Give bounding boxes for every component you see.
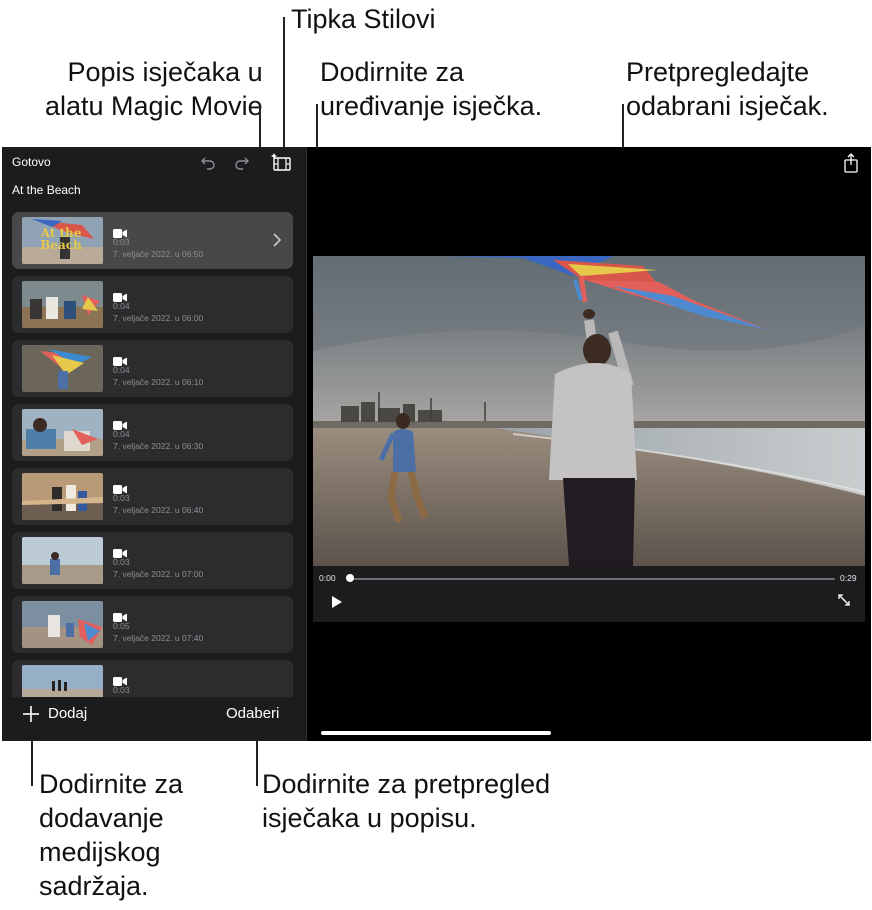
callout-preview-list: Dodirnite za pretpregled isječaka u popi… (262, 769, 551, 833)
done-button[interactable]: Gotovo (12, 155, 51, 169)
callout-edit-clip: Dodirnite za uređivanje isječka. (320, 57, 543, 121)
leader-styles (283, 17, 285, 152)
clip-row[interactable]: 0:04 7. veljače 2022. u 06:30 (12, 404, 293, 461)
clip-duration: 0:03 (113, 685, 130, 695)
player-controls: 0:00 0:29 (313, 566, 865, 622)
clip-thumbnail (22, 345, 103, 392)
clip-duration: 0:05 (113, 621, 130, 631)
clip-list[interactable]: At the Beach 0:03 7. veljače 2022. u 06:50… (12, 212, 295, 697)
clip-row[interactable]: At the Beach 0:03 7. veljače 2022. u 06:50 (12, 212, 293, 269)
project-title: At the Beach (12, 183, 81, 197)
clip-duration: 0:03 (113, 557, 130, 567)
scrubber-knob[interactable] (346, 574, 354, 582)
callout-add-media: Dodirnite za dodavanje medijskog sadržaj… (39, 769, 184, 901)
thumbnail-title: At the Beach (40, 226, 82, 252)
clip-thumbnail (22, 601, 103, 648)
clip-thumbnail (22, 409, 103, 456)
clip-date: 7. veljače 2022. u 07:00 (113, 569, 204, 579)
chevron-right-icon[interactable] (273, 233, 282, 252)
clip-sidebar: Gotovo At the Beach At the Beach 0:03 7. v… (2, 147, 307, 741)
callout-clip-list: Popis isječaka u alatu Magic Movie (45, 57, 263, 121)
home-indicator[interactable] (321, 731, 551, 735)
ipad-screen: Gotovo At the Beach At the Beach 0:03 7. v… (2, 147, 871, 741)
clip-thumbnail (22, 665, 103, 697)
clip-duration: 0:03 (113, 493, 130, 503)
plus-icon (22, 705, 40, 728)
clip-date: 7. veljače 2022. u 06:30 (113, 441, 204, 451)
clip-duration: 0:03 (113, 237, 130, 247)
sidebar-bottom-bar: Dodaj Odaberi (2, 697, 306, 741)
clip-date: 7. veljače 2022. u 07:40 (113, 633, 204, 643)
clip-duration: 0:04 (113, 429, 130, 439)
clip-date: 7. veljače 2022. u 06:00 (113, 313, 204, 323)
clip-thumbnail (22, 473, 103, 520)
clip-row[interactable]: 0:03 7. veljače 2022. u 06:40 (12, 468, 293, 525)
clip-row[interactable]: 0:04 7. veljače 2022. u 06:10 (12, 340, 293, 397)
total-time: 0:29 (840, 573, 857, 583)
clip-thumbnail: At the Beach (22, 217, 103, 264)
clip-row[interactable]: 0:04 7. veljače 2022. u 06:00 (12, 276, 293, 333)
styles-icon[interactable] (271, 152, 293, 172)
clip-date: 7. veljače 2022. u 06:10 (113, 377, 204, 387)
play-icon[interactable] (331, 595, 343, 613)
clip-thumbnail (22, 537, 103, 584)
clip-date: 7. veljače 2022. u 06:40 (113, 505, 204, 515)
add-button[interactable]: Dodaj (22, 702, 102, 732)
clip-duration: 0:04 (113, 365, 130, 375)
clip-thumbnail (22, 281, 103, 328)
clip-date: 7. veljače 2022. u 06:50 (113, 249, 204, 259)
callout-styles-button: Tipka Stilovi (291, 4, 436, 34)
callout-preview-clip: Pretpregledajte odabrani isječak. (626, 57, 829, 121)
current-time: 0:00 (319, 573, 336, 583)
expand-icon[interactable] (837, 593, 851, 612)
scrubber-track[interactable] (346, 578, 835, 580)
clip-row[interactable]: 0:03 7. veljače 2022. u 07:00 (12, 532, 293, 589)
clip-duration: 0:04 (113, 301, 130, 311)
redo-icon[interactable] (233, 155, 253, 171)
video-preview[interactable] (313, 256, 865, 566)
add-label: Dodaj (48, 705, 88, 722)
undo-icon[interactable] (197, 155, 217, 171)
clip-row[interactable]: 0:05 7. veljače 2022. u 07:40 (12, 596, 293, 653)
clip-row[interactable]: 0:037. veljače 2022. u 07:50 (12, 660, 293, 697)
share-icon[interactable] (842, 153, 860, 178)
select-button[interactable]: Odaberi (226, 705, 279, 722)
